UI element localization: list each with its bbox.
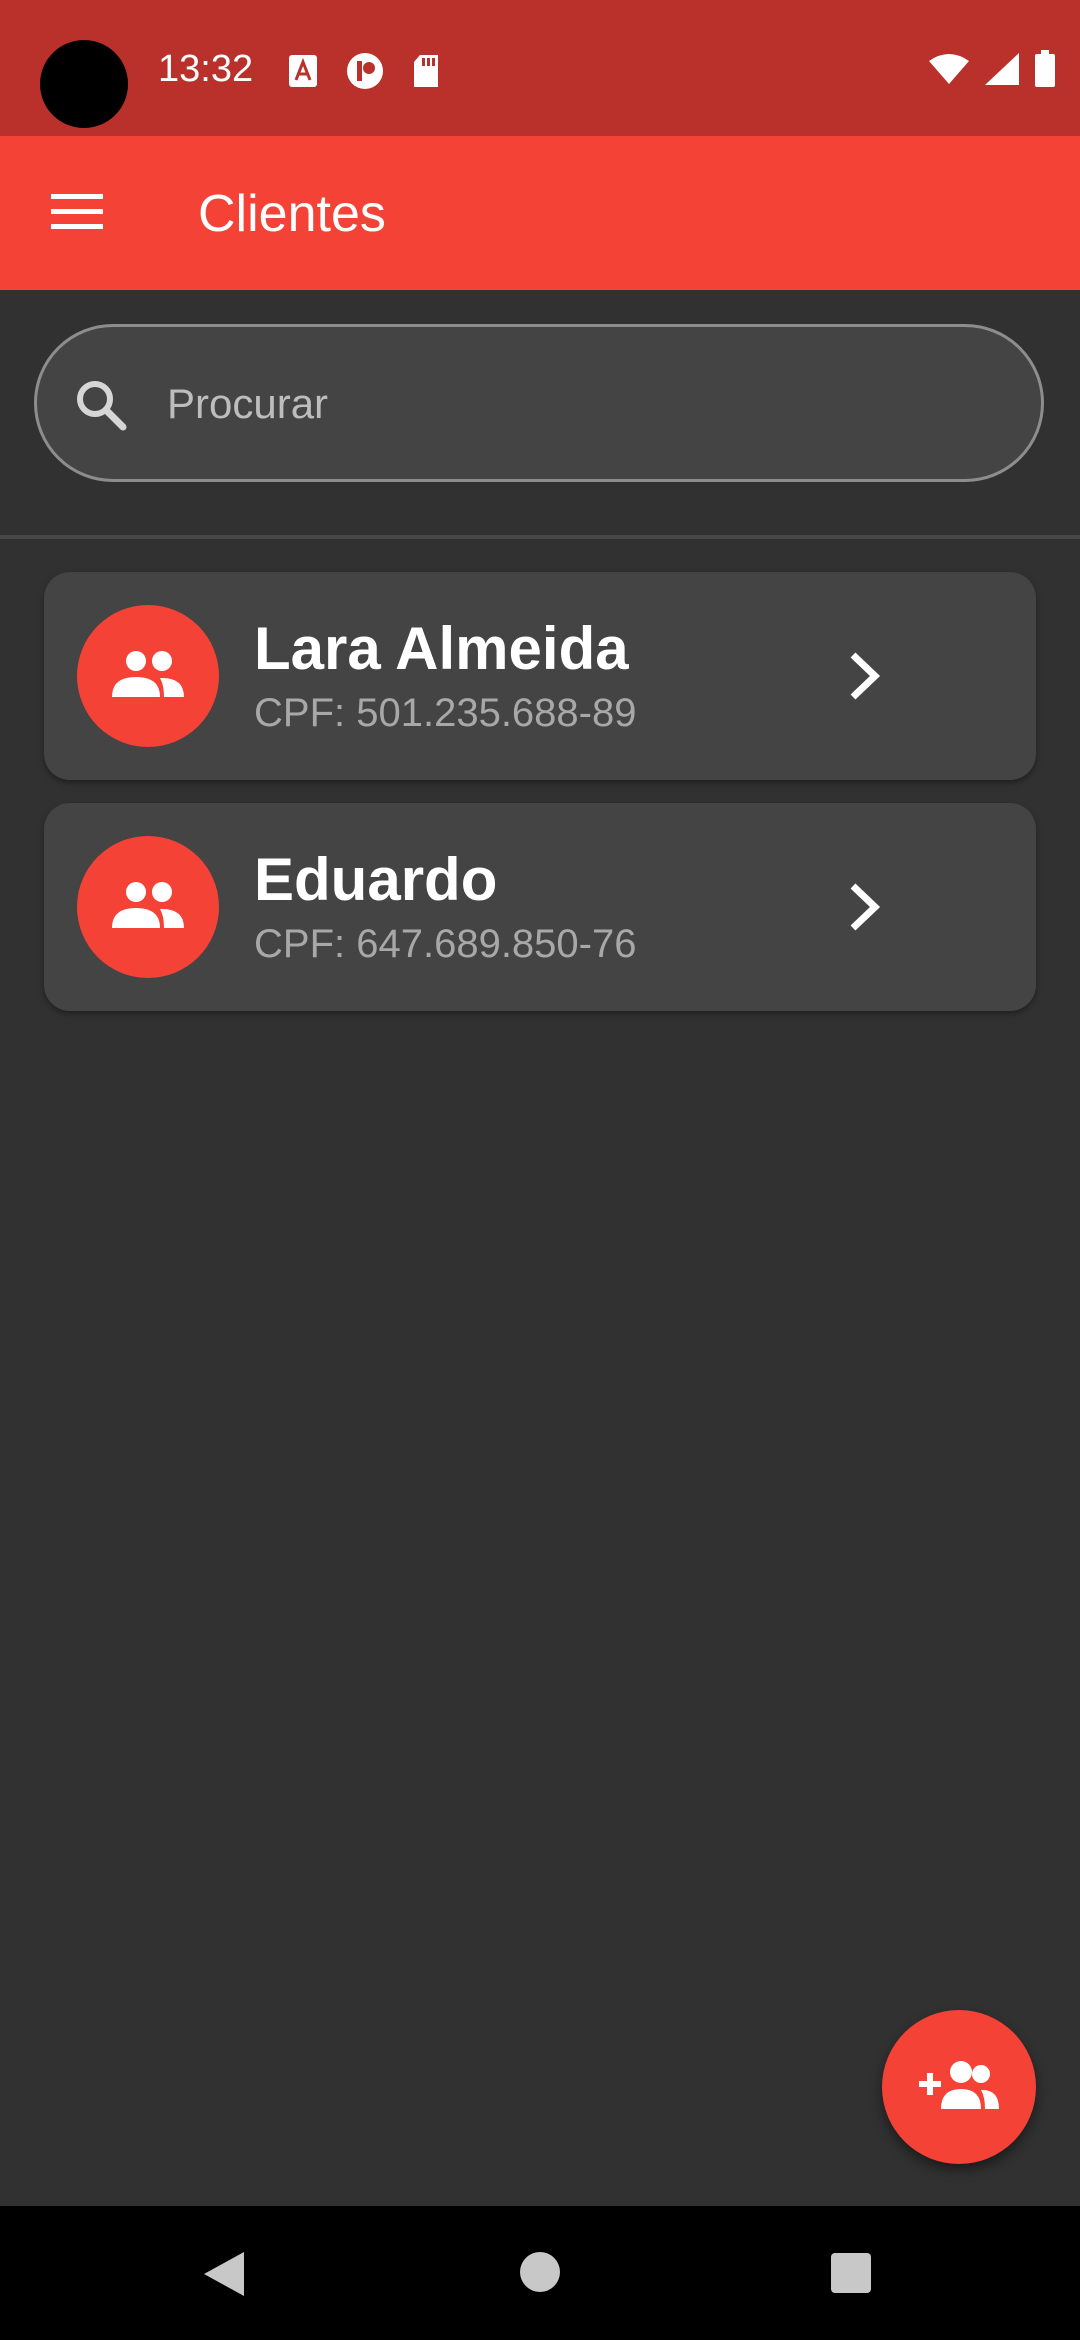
home-icon[interactable] bbox=[518, 2250, 562, 2299]
status-time: 13:32 bbox=[158, 48, 254, 90]
signal-icon bbox=[984, 52, 1020, 91]
p-notification-icon bbox=[346, 52, 384, 95]
camera-cutout bbox=[40, 40, 128, 128]
chevron-right-icon bbox=[834, 646, 894, 706]
add-group-icon bbox=[919, 2059, 999, 2116]
search-box[interactable] bbox=[34, 324, 1044, 482]
group-icon bbox=[110, 649, 186, 704]
system-status-icons bbox=[928, 50, 1056, 93]
wifi-icon bbox=[928, 53, 970, 90]
app-bar: Clientes bbox=[0, 136, 1080, 290]
client-list: Lara Almeida CPF: 501.235.688-89 Eduardo… bbox=[44, 572, 1036, 1034]
status-bar: 13:32 bbox=[0, 0, 1080, 136]
client-card[interactable]: Eduardo CPF: 647.689.850-76 bbox=[44, 803, 1036, 1011]
screen: 13:32 Clientes Procurar Lara Almeida CPF… bbox=[0, 0, 1080, 2340]
avatar bbox=[77, 836, 219, 978]
group-icon bbox=[110, 880, 186, 935]
battery-icon bbox=[1034, 50, 1056, 93]
client-cpf: CPF: 647.689.850-76 bbox=[254, 922, 637, 966]
chevron-right-icon bbox=[834, 877, 894, 937]
client-name: Eduardo bbox=[254, 846, 498, 913]
navigation-bar bbox=[0, 2206, 1080, 2340]
page-title: Clientes bbox=[198, 185, 386, 243]
notification-icons bbox=[288, 52, 440, 95]
menu-icon bbox=[51, 192, 103, 235]
search-icon bbox=[75, 379, 127, 436]
client-card[interactable]: Lara Almeida CPF: 501.235.688-89 bbox=[44, 572, 1036, 780]
avatar bbox=[77, 605, 219, 747]
recents-icon[interactable] bbox=[830, 2252, 872, 2299]
search-input[interactable] bbox=[165, 357, 1009, 451]
client-cpf: CPF: 501.235.688-89 bbox=[254, 691, 637, 735]
add-client-button[interactable] bbox=[882, 2010, 1036, 2164]
menu-button[interactable] bbox=[40, 176, 114, 250]
divider bbox=[0, 535, 1080, 539]
back-icon[interactable] bbox=[200, 2250, 246, 2303]
a-notification-icon bbox=[288, 54, 318, 93]
sd-card-icon bbox=[412, 54, 440, 93]
client-name: Lara Almeida bbox=[254, 615, 629, 682]
